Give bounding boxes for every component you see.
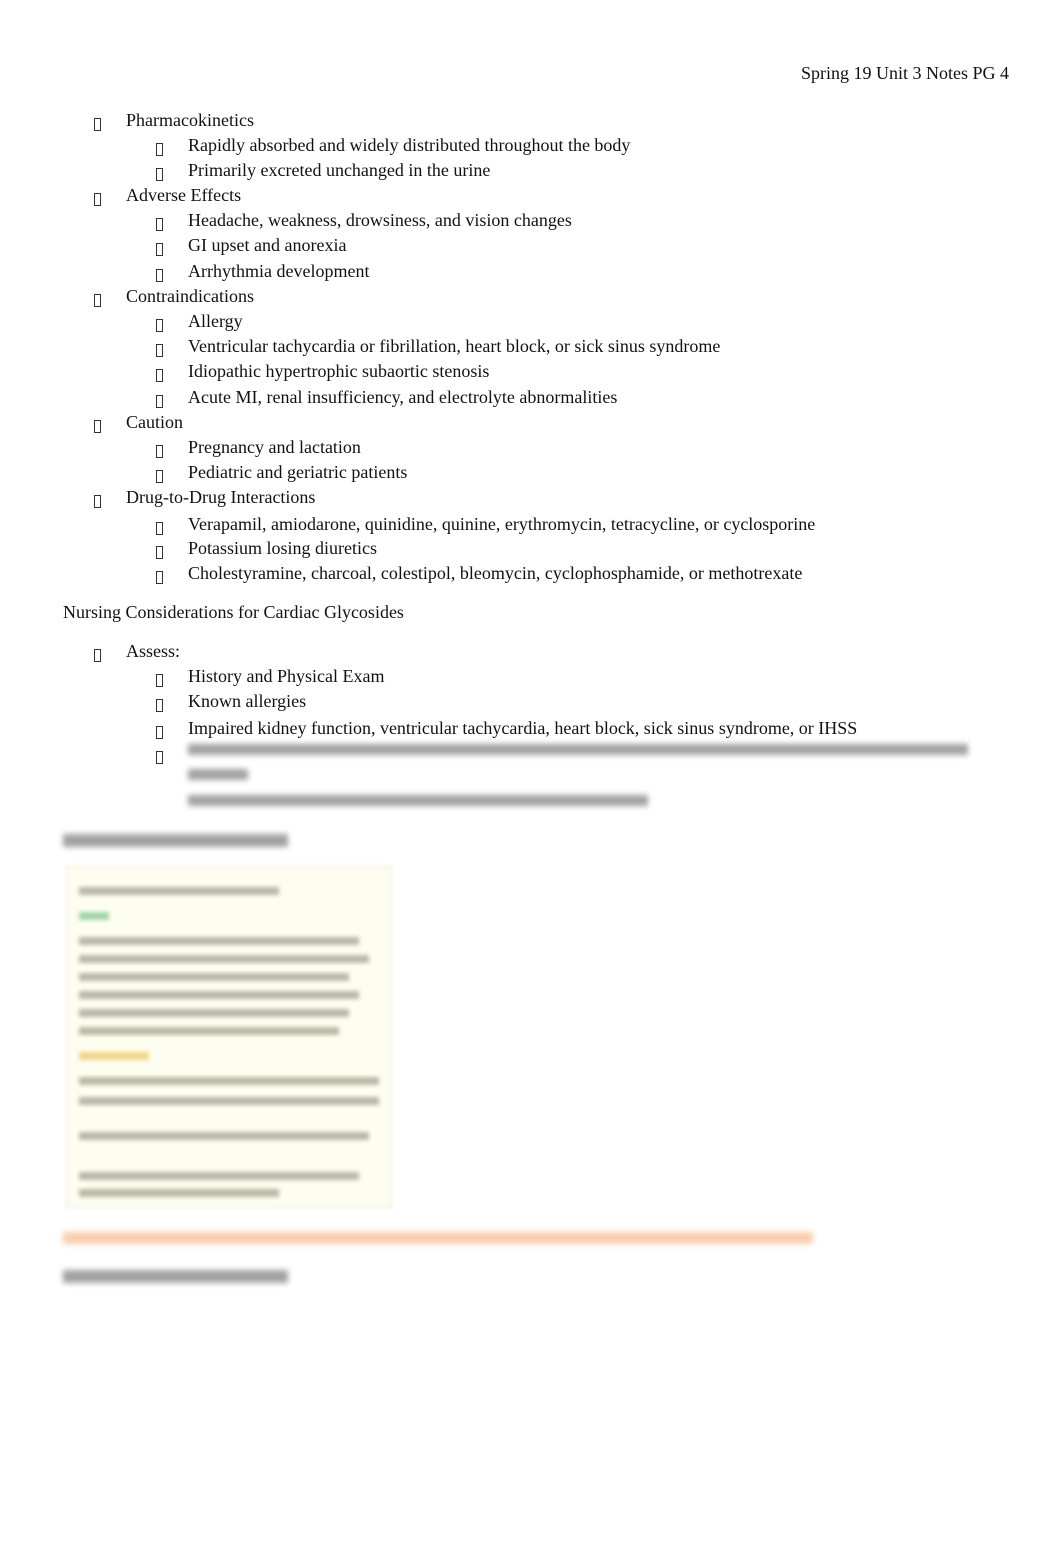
section-heading: Contraindications xyxy=(126,286,254,306)
blurred-heading xyxy=(63,1270,288,1283)
bullet-icon xyxy=(156,670,163,692)
bullet-glyph-icon xyxy=(156,218,163,231)
assess-label: Assess: xyxy=(126,641,181,661)
list-item: Ventricular tachycardia or fibrillation,… xyxy=(188,336,721,356)
bullet-glyph-icon xyxy=(156,369,163,382)
bullet-icon xyxy=(156,164,163,186)
blurred-text xyxy=(188,769,248,780)
list-item: History and Physical Exam xyxy=(188,666,385,686)
list-item: Allergy xyxy=(188,311,243,331)
bullet-icon xyxy=(156,214,163,236)
bullet-icon xyxy=(156,466,163,488)
list-item: Known allergies xyxy=(188,691,307,711)
bullet-glyph-icon xyxy=(94,495,101,508)
bullet-icon xyxy=(156,542,163,564)
bullet-icon xyxy=(156,139,163,161)
list-item: GI upset and anorexia xyxy=(188,235,347,255)
bullet-glyph-icon xyxy=(94,420,101,433)
bullet-icon xyxy=(94,189,101,211)
list-item: Pediatric and geriatric patients xyxy=(188,462,408,482)
bullet-glyph-icon xyxy=(156,445,163,458)
list-item: Cholestyramine, charcoal, colestipol, bl… xyxy=(188,563,803,583)
list-item: Primarily excreted unchanged in the urin… xyxy=(188,160,491,180)
list-item: Idiopathic hypertrophic subaortic stenos… xyxy=(188,361,490,381)
bullet-glyph-icon xyxy=(156,470,163,483)
list-item: Arrhythmia development xyxy=(188,261,370,281)
bullet-icon xyxy=(156,518,163,540)
bullet-icon xyxy=(94,114,101,136)
bullet-glyph-icon xyxy=(156,269,163,282)
bullet-icon xyxy=(94,645,101,667)
blurred-highlight-text xyxy=(63,1232,813,1244)
bullet-glyph-icon xyxy=(156,143,163,156)
list-item: Impaired kidney function, ventricular ta… xyxy=(188,718,858,738)
bullet-glyph-icon xyxy=(94,118,101,131)
list-item: Acute MI, renal insufficiency, and elect… xyxy=(188,387,618,407)
bullet-icon xyxy=(94,416,101,438)
bullet-icon xyxy=(156,239,163,261)
bullet-icon xyxy=(156,567,163,589)
bullet-icon xyxy=(156,441,163,463)
bullet-glyph-icon xyxy=(156,522,163,535)
list-item: Rapidly absorbed and widely distributed … xyxy=(188,135,631,155)
bullet-glyph-icon xyxy=(156,344,163,357)
bullet-glyph-icon xyxy=(156,243,163,256)
bullet-glyph-icon xyxy=(156,726,163,739)
bullet-glyph-icon xyxy=(156,395,163,408)
bullet-icon xyxy=(156,722,163,744)
bullet-glyph-icon xyxy=(156,168,163,181)
bullet-icon xyxy=(156,315,163,337)
blurred-heading xyxy=(63,834,288,847)
section-heading: Adverse Effects xyxy=(126,185,242,205)
bullet-glyph-icon xyxy=(94,649,101,662)
bullet-icon xyxy=(156,265,163,287)
bullet-glyph-icon xyxy=(156,751,163,764)
bullet-icon xyxy=(156,340,163,362)
bullet-icon xyxy=(94,491,101,513)
bullet-glyph-icon xyxy=(156,571,163,584)
list-item: Verapamil, amiodarone, quinidine, quinin… xyxy=(188,514,816,534)
section-heading: Drug-to-Drug Interactions xyxy=(126,487,316,507)
list-item: Headache, weakness, drowsiness, and visi… xyxy=(188,210,572,230)
section-heading: Pharmacokinetics xyxy=(126,110,254,130)
bullet-icon xyxy=(94,290,101,312)
bullet-icon xyxy=(156,391,163,413)
section-heading: Caution xyxy=(126,412,183,432)
bullet-glyph-icon xyxy=(156,699,163,712)
bullet-glyph-icon xyxy=(94,294,101,307)
page-header: Spring 19 Unit 3 Notes PG 4 xyxy=(800,63,1009,83)
bullet-glyph-icon xyxy=(94,193,101,206)
blurred-text xyxy=(188,744,968,755)
bullet-glyph-icon xyxy=(156,319,163,332)
list-item: Potassium losing diuretics xyxy=(188,538,377,558)
list-item: Pregnancy and lactation xyxy=(188,437,361,457)
blurred-text xyxy=(188,795,648,806)
bullet-icon xyxy=(156,365,163,387)
bullet-glyph-icon xyxy=(156,674,163,687)
nursing-heading: Nursing Considerations for Cardiac Glyco… xyxy=(63,602,404,622)
bullet-glyph-icon xyxy=(156,546,163,559)
bullet-icon xyxy=(156,747,163,769)
bullet-icon xyxy=(156,695,163,717)
blurred-image xyxy=(66,866,392,1208)
